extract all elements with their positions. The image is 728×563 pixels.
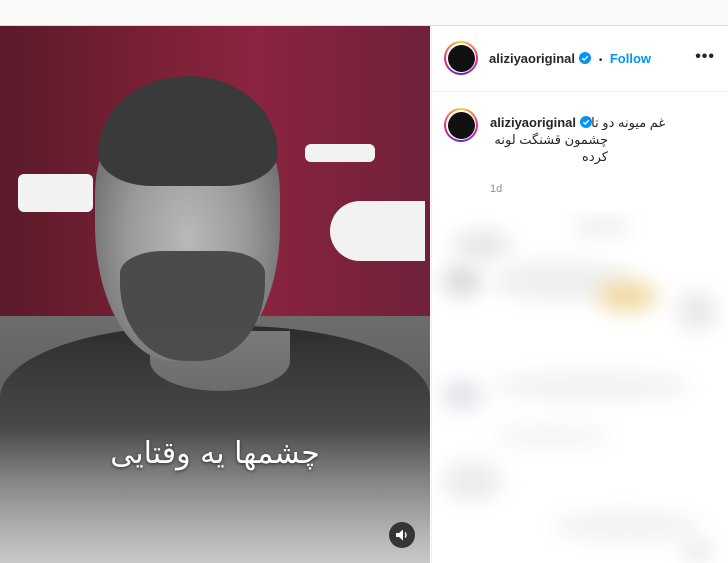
verified-badge-icon — [579, 52, 592, 64]
post-caption: aliziyaoriginal غم میونه دو تا چشمون قشن… — [490, 114, 715, 165]
avatar[interactable] — [444, 41, 478, 75]
comments-blurred — [432, 211, 728, 563]
speaker-icon — [396, 529, 407, 541]
post-header: aliziyaoriginal • Follow ••• — [432, 26, 728, 92]
caption-avatar[interactable] — [444, 108, 478, 142]
post-side-panel: aliziyaoriginal • Follow ••• aliziyaorig… — [431, 26, 728, 563]
separator-dot: • — [598, 55, 603, 66]
username-link[interactable]: aliziyaoriginal — [489, 51, 575, 66]
follow-button[interactable]: Follow — [610, 51, 651, 66]
more-options-icon[interactable]: ••• — [695, 48, 715, 66]
verified-badge-icon — [579, 116, 592, 128]
caption-line-1: غم میونه دو تا — [591, 115, 666, 130]
post-video[interactable]: چشمها یه وقتایی — [0, 26, 430, 563]
caption-line-2: چشمون قشنگت لونه کرده — [494, 132, 608, 164]
caption-username-link[interactable]: aliziyaoriginal — [490, 115, 576, 130]
sound-toggle-button[interactable] — [389, 522, 415, 548]
post-timestamp: 1d — [490, 183, 503, 195]
video-caption-overlay: چشمها یه وقتایی — [110, 436, 320, 471]
header-user-row: aliziyaoriginal • Follow — [489, 50, 651, 68]
post-dialog: چشمها یه وقتایی aliziyaoriginal • Follow — [0, 25, 728, 563]
video-gradient — [0, 26, 430, 563]
